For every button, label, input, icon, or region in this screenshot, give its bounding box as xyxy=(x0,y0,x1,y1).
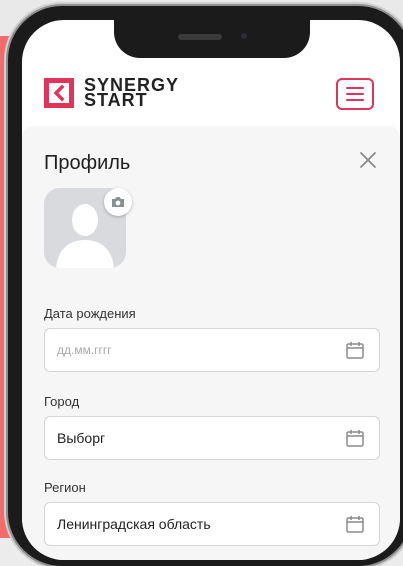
phone-screen: SYNERGY START Профиль Дата рождения дд.м… xyxy=(22,20,400,560)
region-value: Ленинградская область xyxy=(57,516,211,532)
close-icon[interactable] xyxy=(358,150,378,170)
logo-text: SYNERGY START xyxy=(84,76,179,110)
change-photo-button[interactable] xyxy=(104,188,132,216)
phone-frame: SYNERGY START Профиль Дата рождения дд.м… xyxy=(8,6,403,566)
app-header: SYNERGY START xyxy=(22,62,400,122)
birthdate-placeholder: дд.мм.гггг xyxy=(57,343,112,357)
birthdate-label: Дата рождения xyxy=(44,306,136,321)
logo-line-2: START xyxy=(84,90,148,110)
city-value: Выборг xyxy=(57,430,106,446)
city-field[interactable]: Выборг xyxy=(44,416,380,460)
phone-notch xyxy=(114,20,310,58)
birthdate-field[interactable]: дд.мм.гггг xyxy=(44,328,380,372)
profile-modal: Профиль Дата рождения дд.мм.гггг Город В… xyxy=(22,126,400,560)
camera-icon xyxy=(112,197,124,207)
speaker xyxy=(178,34,222,40)
calendar-icon[interactable] xyxy=(345,428,365,448)
profile-title: Профиль xyxy=(44,152,131,174)
region-label: Регион xyxy=(44,480,86,495)
city-label: Город xyxy=(44,394,80,409)
hamburger-line xyxy=(346,99,364,101)
hamburger-menu-button[interactable] xyxy=(336,78,374,110)
front-camera xyxy=(238,30,250,42)
region-field[interactable]: Ленинградская область xyxy=(44,502,380,546)
calendar-icon[interactable] xyxy=(345,514,365,534)
calendar-icon[interactable] xyxy=(345,340,365,360)
hamburger-line xyxy=(346,93,364,95)
logo-mark-icon xyxy=(44,78,74,108)
hamburger-menu-icon xyxy=(346,87,364,89)
logo[interactable]: SYNERGY START xyxy=(44,76,179,110)
